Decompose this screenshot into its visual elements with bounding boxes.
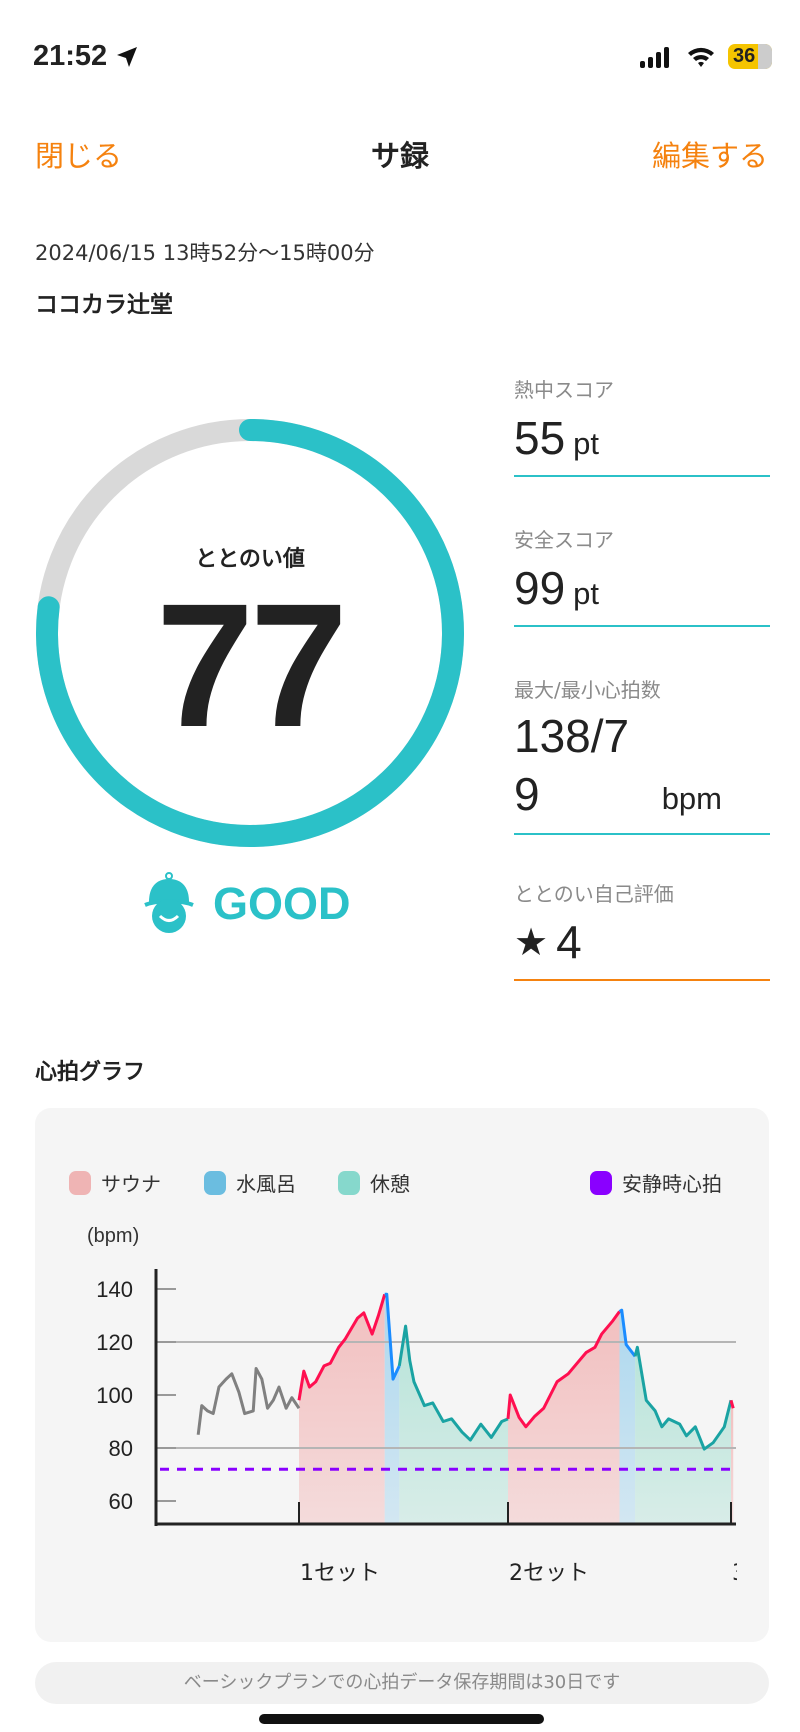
clock: 21:52 — [33, 40, 108, 72]
y-tick-label: 140 — [96, 1277, 133, 1302]
y-tick-label: 120 — [96, 1330, 133, 1355]
wifi-icon — [688, 47, 714, 67]
area-rest — [399, 1326, 508, 1524]
value: 138/79 — [514, 710, 630, 820]
value: 4 — [556, 916, 582, 968]
stat-self-rating: ととのい自己評価 ★ 4 — [514, 878, 770, 981]
x-tick-label: 3セット — [732, 1561, 800, 1586]
value: 99 — [514, 562, 566, 614]
status-time: 21:52 — [33, 40, 139, 73]
stat-heat-score: 熱中スコア 55 pt — [514, 374, 770, 477]
location-arrow-icon — [117, 46, 138, 67]
stat-label: 熱中スコア — [514, 378, 614, 402]
stat-label: 最大/最小心拍数 — [514, 678, 661, 702]
hr-line-pre — [196, 1367, 301, 1435]
stat-label: 安全スコア — [514, 528, 614, 552]
value: 55 — [514, 412, 566, 464]
battery-icon: 36 — [728, 44, 772, 69]
session-datetime: 2024/06/15 13時52分〜15時00分 — [35, 241, 375, 265]
area-cold — [384, 1294, 400, 1524]
venue-name: ココカラ辻堂 — [35, 292, 173, 318]
stat-value: ★ 4 — [514, 915, 770, 981]
edit-button[interactable]: 編集する — [652, 133, 768, 175]
home-indicator[interactable] — [259, 1714, 544, 1724]
area-sauna — [299, 1294, 385, 1524]
y-tick-label: 100 — [96, 1383, 133, 1408]
area-sauna — [508, 1311, 620, 1524]
section-title: 心拍グラフ — [35, 1060, 146, 1085]
stat-value: 138/79 bpm — [514, 707, 770, 835]
stat-value: 99 pt — [514, 561, 770, 627]
stat-heart-rate: 最大/最小心拍数 138/79 bpm — [514, 674, 770, 835]
unit: pt — [573, 576, 600, 611]
sauna-hat-face-icon — [144, 872, 194, 933]
retention-notice: ベーシックプランでの心拍データ保存期間は30日です — [35, 1662, 769, 1704]
y-tick-label: 80 — [109, 1436, 133, 1461]
y-axis-label: (bpm) — [87, 1225, 139, 1247]
y-tick-label: 60 — [109, 1489, 133, 1514]
gauge-value: 77 — [156, 568, 348, 764]
rating-text: GOOD — [213, 878, 351, 929]
rating: GOOD — [143, 872, 351, 936]
star-icon: ★ — [514, 921, 549, 964]
cellular-signal-icon — [640, 46, 669, 68]
battery-level: 36 — [733, 45, 756, 67]
stat-label: ととのい自己評価 — [514, 882, 674, 906]
stat-value: 55 pt — [514, 411, 770, 477]
unit: bpm — [661, 781, 722, 816]
x-tick-label: 2セット — [509, 1561, 589, 1586]
x-tick-label: 1セット — [300, 1561, 380, 1586]
unit: pt — [573, 426, 600, 461]
heart-rate-chart: (bpm) 140 120 100 80 60 1セット 2セット 3セット — [87, 1225, 800, 1586]
status-icons: 36 — [640, 44, 772, 69]
stat-safety-score: 安全スコア 99 pt — [514, 524, 770, 627]
